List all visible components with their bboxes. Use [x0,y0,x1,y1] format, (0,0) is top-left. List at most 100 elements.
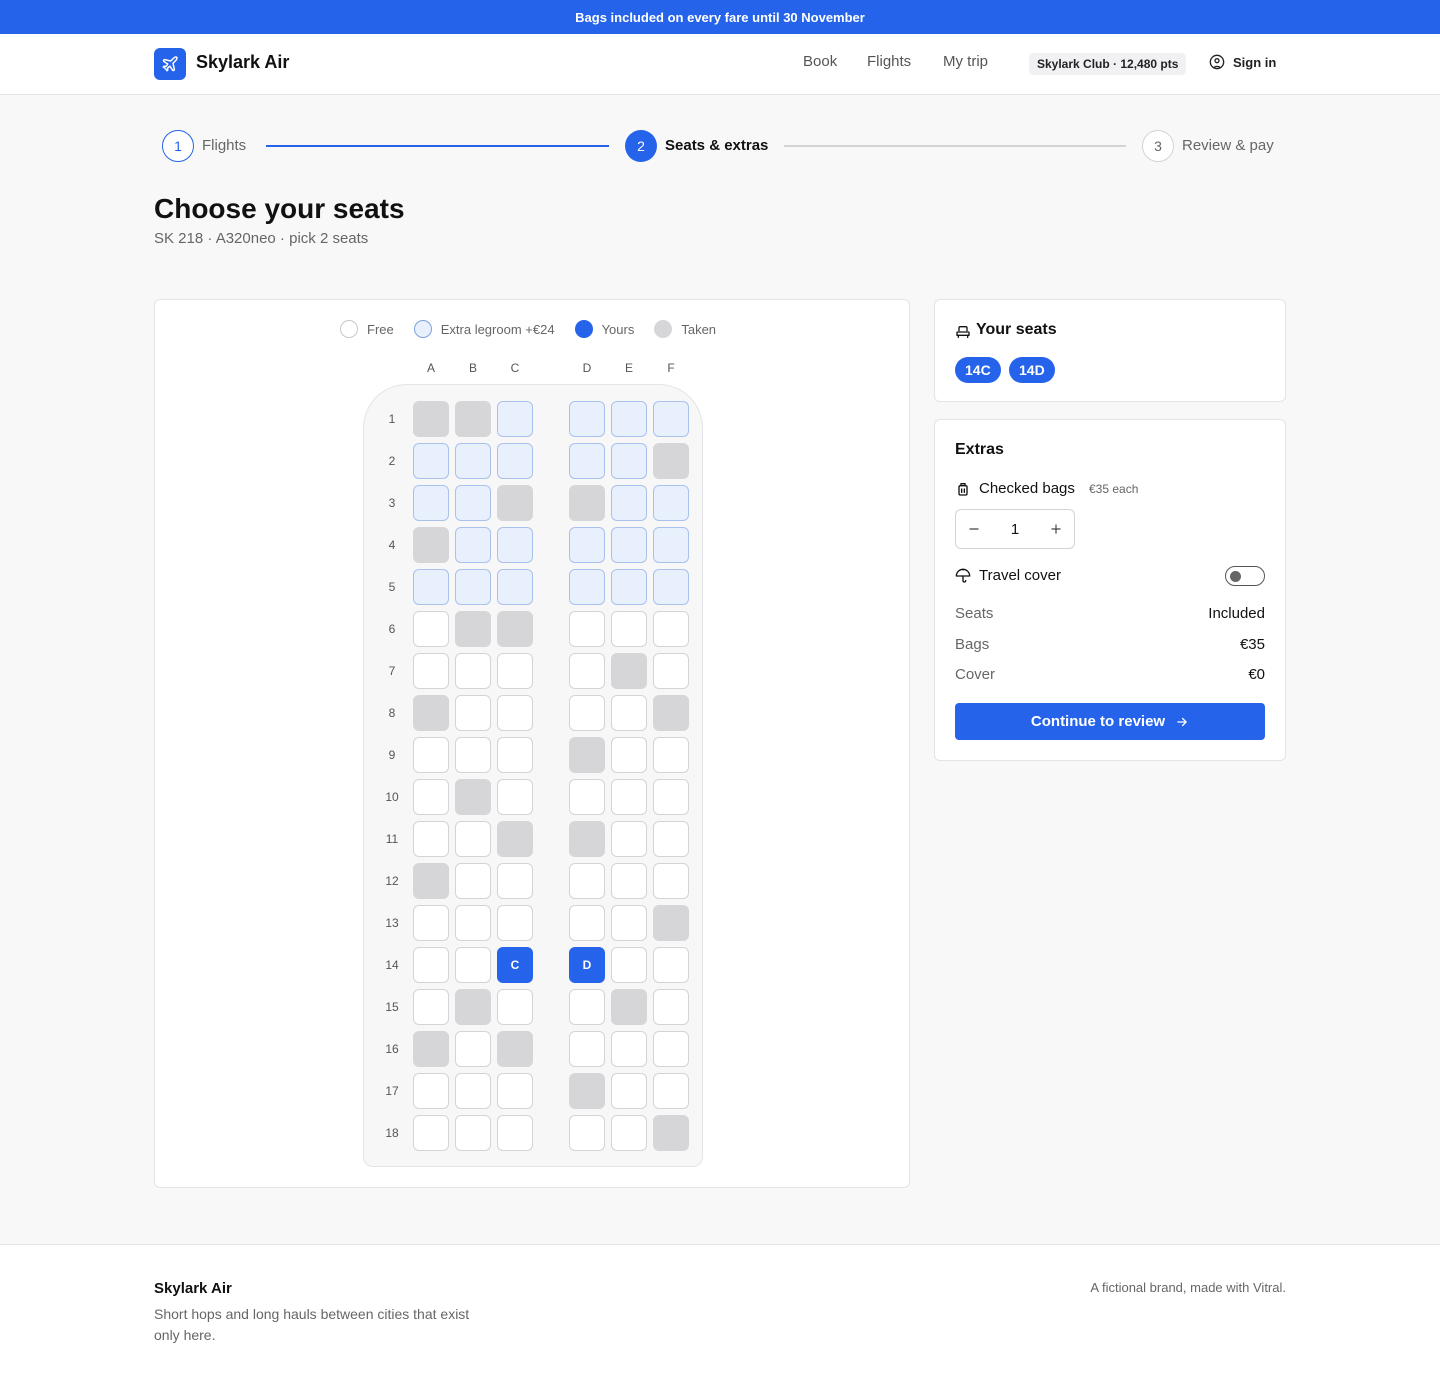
seat-17f[interactable] [653,1073,689,1109]
seat-8c[interactable] [497,695,533,731]
seat-3f[interactable] [653,485,689,521]
seat-14d[interactable]: D [569,947,605,983]
seat-14a[interactable] [413,947,449,983]
step-2-label[interactable]: Seats & extras [665,137,768,154]
seat-10f[interactable] [653,779,689,815]
seat-1e[interactable] [611,401,647,437]
seat-17e[interactable] [611,1073,647,1109]
seat-18d[interactable] [569,1115,605,1151]
seat-15c[interactable] [497,989,533,1025]
minus-icon[interactable] [956,510,992,548]
seat-3b[interactable] [455,485,491,521]
nav-my-trip[interactable]: My trip [943,53,988,70]
seat-15d[interactable] [569,989,605,1025]
seat-16b[interactable] [455,1031,491,1067]
seat-16d[interactable] [569,1031,605,1067]
seat-chip-14c[interactable]: 14C [955,357,1001,383]
seat-17c[interactable] [497,1073,533,1109]
seat-6f[interactable] [653,611,689,647]
seat-3e[interactable] [611,485,647,521]
seat-6d[interactable] [569,611,605,647]
seat-7c[interactable] [497,653,533,689]
seat-13a[interactable] [413,905,449,941]
seat-9c[interactable] [497,737,533,773]
seat-2c[interactable] [497,443,533,479]
seat-18a[interactable] [413,1115,449,1151]
seat-5c[interactable] [497,569,533,605]
seat-15a[interactable] [413,989,449,1025]
seat-2e[interactable] [611,443,647,479]
seat-16e[interactable] [611,1031,647,1067]
seat-14f[interactable] [653,947,689,983]
seat-10c[interactable] [497,779,533,815]
seat-8d[interactable] [569,695,605,731]
seat-11e[interactable] [611,821,647,857]
seat-4f[interactable] [653,527,689,563]
seat-16f[interactable] [653,1031,689,1067]
seat-17a[interactable] [413,1073,449,1109]
seat-3a[interactable] [413,485,449,521]
seat-14c[interactable]: C [497,947,533,983]
seat-1d[interactable] [569,401,605,437]
travel-cover-toggle[interactable] [1225,566,1265,586]
seat-10d[interactable] [569,779,605,815]
bags-quantity-value[interactable]: 1 [992,510,1038,548]
seat-8e[interactable] [611,695,647,731]
seat-5f[interactable] [653,569,689,605]
plus-icon[interactable] [1038,510,1074,548]
step-3-circle[interactable]: 3 [1142,130,1174,162]
seat-4e[interactable] [611,527,647,563]
seat-chip-14d[interactable]: 14D [1009,357,1055,383]
seat-11b[interactable] [455,821,491,857]
sign-in-button[interactable]: Sign in [1209,54,1276,70]
seat-18b[interactable] [455,1115,491,1151]
seat-1f[interactable] [653,401,689,437]
continue-to-review-button[interactable]: Continue to review [955,703,1265,740]
seat-7a[interactable] [413,653,449,689]
step-3-label[interactable]: Review & pay [1182,137,1274,154]
seat-17b[interactable] [455,1073,491,1109]
seat-7b[interactable] [455,653,491,689]
seat-10a[interactable] [413,779,449,815]
seat-2b[interactable] [455,443,491,479]
seat-14b[interactable] [455,947,491,983]
brand-name[interactable]: Skylark Air [196,52,289,73]
seat-12b[interactable] [455,863,491,899]
seat-2d[interactable] [569,443,605,479]
seat-11f[interactable] [653,821,689,857]
step-1-circle[interactable]: 1 [162,130,194,162]
nav-flights[interactable]: Flights [867,53,911,70]
seat-14e[interactable] [611,947,647,983]
nav-book[interactable]: Book [803,53,837,70]
seat-15f[interactable] [653,989,689,1025]
seat-5a[interactable] [413,569,449,605]
seat-12f[interactable] [653,863,689,899]
step-2-circle[interactable]: 2 [625,130,657,162]
seat-6e[interactable] [611,611,647,647]
seat-13c[interactable] [497,905,533,941]
seat-4d[interactable] [569,527,605,563]
seat-10e[interactable] [611,779,647,815]
seat-9e[interactable] [611,737,647,773]
step-1-label[interactable]: Flights [202,137,246,154]
seat-5b[interactable] [455,569,491,605]
seat-13e[interactable] [611,905,647,941]
club-points-badge[interactable]: Skylark Club · 12,480 pts [1029,53,1187,75]
seat-7d[interactable] [569,653,605,689]
seat-18c[interactable] [497,1115,533,1151]
seat-2a[interactable] [413,443,449,479]
seat-13b[interactable] [455,905,491,941]
seat-9f[interactable] [653,737,689,773]
seat-5d[interactable] [569,569,605,605]
seat-8b[interactable] [455,695,491,731]
plane-logo-icon[interactable] [154,48,186,80]
seat-7f[interactable] [653,653,689,689]
seat-11a[interactable] [413,821,449,857]
seat-12c[interactable] [497,863,533,899]
seat-9b[interactable] [455,737,491,773]
seat-6a[interactable] [413,611,449,647]
seat-13d[interactable] [569,905,605,941]
seat-9a[interactable] [413,737,449,773]
seat-4c[interactable] [497,527,533,563]
seat-5e[interactable] [611,569,647,605]
